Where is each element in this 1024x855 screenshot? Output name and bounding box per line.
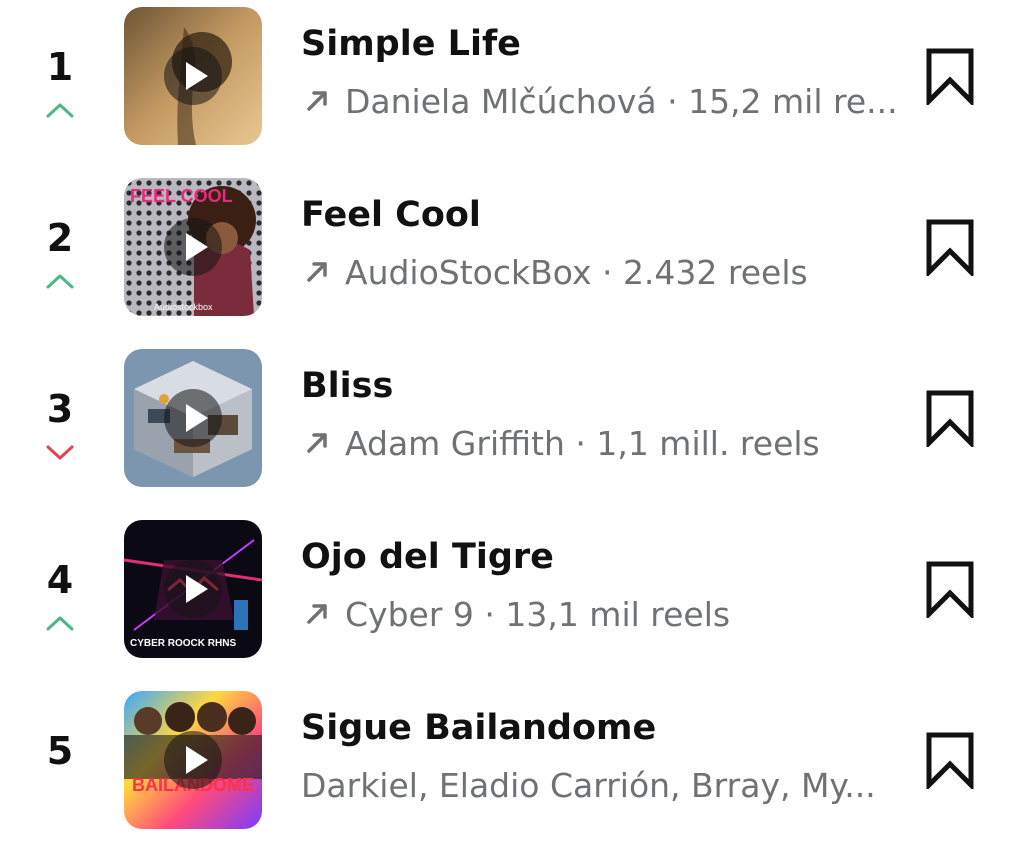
album-cover[interactable]: CYBER ROOCK RHNS	[124, 520, 262, 658]
track-row[interactable]: 1 Simple Life Daniela Mlčúchová · 15,2 m…	[0, 0, 1024, 171]
track-subtitle: AudioStockBox · 2.432 reels	[301, 253, 901, 303]
track-title[interactable]: Feel Cool	[301, 195, 481, 235]
track-title[interactable]: Sigue Bailandome	[301, 708, 656, 748]
play-button[interactable]	[164, 560, 222, 618]
rank-number: 2	[46, 216, 74, 260]
track-title[interactable]: Bliss	[301, 366, 393, 406]
album-cover[interactable]	[124, 349, 262, 487]
svg-text:FEEL COOL: FEEL COOL	[130, 186, 233, 206]
bookmark-icon[interactable]	[924, 389, 976, 447]
track-title[interactable]: Ojo del Tigre	[301, 537, 554, 577]
svg-text:CYBER ROOCK RHNS: CYBER ROOCK RHNS	[130, 638, 236, 649]
track-row[interactable]: 3 Bliss Adam Griffith · 1,1 mill. reels	[0, 342, 1024, 513]
track-subtitle: Adam Griffith · 1,1 mill. reels	[301, 424, 901, 474]
bookmark-icon[interactable]	[924, 218, 976, 276]
rank-number: 3	[46, 387, 74, 431]
artist-and-count: Cyber 9 · 13,1 mil reels	[345, 595, 731, 634]
rank-number: 1	[46, 45, 74, 89]
trend-up-icon	[46, 616, 74, 631]
artist-and-count: Darkiel, Eladio Carrión, Brray, My...	[301, 766, 876, 805]
trending-arrow-icon	[307, 604, 327, 624]
trend-up-icon	[46, 274, 74, 289]
rank-number: 4	[46, 558, 74, 602]
trending-arrow-icon	[307, 262, 327, 282]
track-row[interactable]: 5 BAILANDOME Sigue Bailandome Darkiel, E…	[0, 684, 1024, 855]
svg-text:Audiostockbox: Audiostockbox	[154, 302, 213, 312]
play-button[interactable]	[164, 218, 222, 276]
album-cover[interactable]: FEEL COOL Audiostockbox	[124, 178, 262, 316]
trending-arrow-icon	[307, 433, 327, 453]
artist-and-count: Daniela Mlčúchová · 15,2 mil re...	[345, 82, 898, 121]
track-title[interactable]: Simple Life	[301, 24, 521, 64]
track-subtitle: Darkiel, Eladio Carrión, Brray, My...	[301, 766, 901, 816]
play-button[interactable]	[164, 731, 222, 789]
track-row[interactable]: 4 CYBER ROOCK RHNS Ojo del Tigre Cyber 9…	[0, 513, 1024, 684]
bookmark-icon[interactable]	[924, 47, 976, 105]
track-subtitle: Daniela Mlčúchová · 15,2 mil re...	[301, 82, 901, 132]
artist-and-count: Adam Griffith · 1,1 mill. reels	[345, 424, 820, 463]
track-subtitle: Cyber 9 · 13,1 mil reels	[301, 595, 901, 645]
album-cover[interactable]: BAILANDOME	[124, 691, 262, 829]
trending-arrow-icon	[307, 91, 327, 111]
rank-number: 5	[46, 729, 74, 773]
album-cover[interactable]	[124, 7, 262, 145]
play-button[interactable]	[164, 389, 222, 447]
trend-down-icon	[46, 445, 74, 460]
trend-up-icon	[46, 103, 74, 118]
play-button[interactable]	[164, 47, 222, 105]
track-row[interactable]: 2 FEEL COOL Audiostockbox Feel Cool Audi…	[0, 171, 1024, 342]
bookmark-icon[interactable]	[924, 731, 976, 789]
artist-and-count: AudioStockBox · 2.432 reels	[345, 253, 808, 292]
bookmark-icon[interactable]	[924, 560, 976, 618]
